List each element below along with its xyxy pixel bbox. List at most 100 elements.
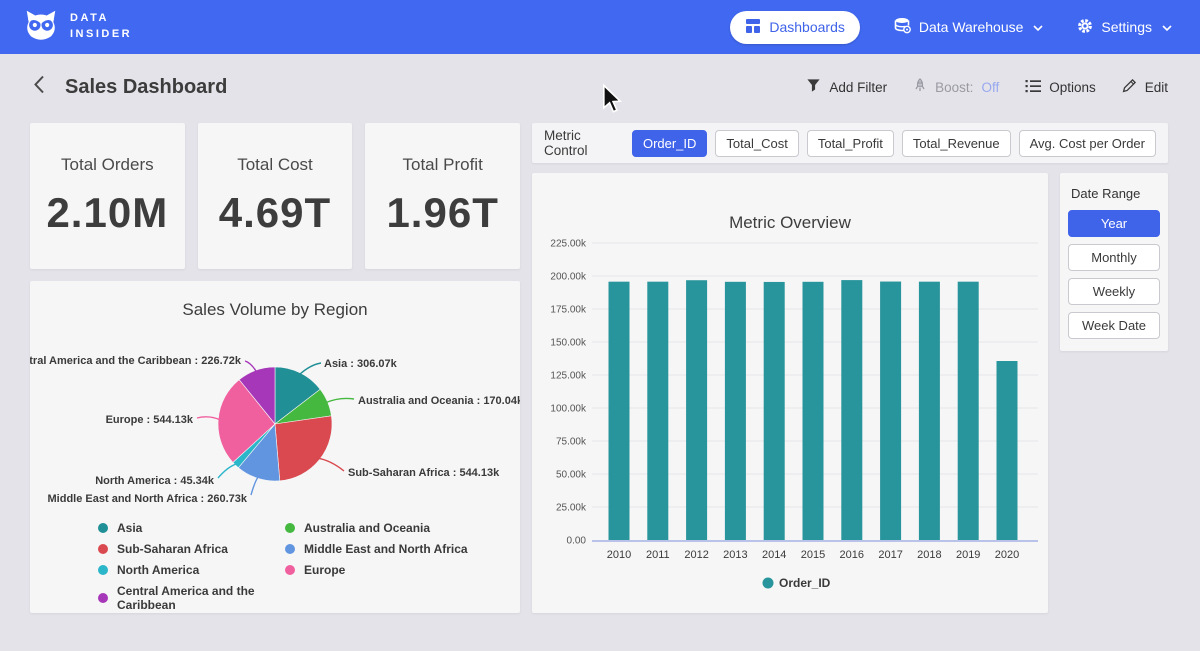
legend-item[interactable]: Central America and the Caribbean [98,584,285,612]
legend-item[interactable]: Asia [98,521,285,535]
data-warehouse-menu[interactable]: Data Warehouse [894,17,1044,37]
pie-leader-line [299,363,321,375]
kpi-label: Total Orders [61,155,154,175]
dashboards-grid-icon [745,18,761,37]
metric-control-bar: Metric Control Order_ID Total_Cost Total… [532,123,1168,163]
bar-2014[interactable] [764,282,785,540]
metric-option-order-id[interactable]: Order_ID [632,130,707,157]
x-axis-tick: 2010 [607,549,631,561]
metric-option-total-profit[interactable]: Total_Profit [807,130,894,157]
bar-2019[interactable] [958,282,979,540]
kpi-value: 4.69T [219,189,331,237]
left-column: Total Orders 2.10M Total Cost 4.69T Tota… [30,123,520,613]
database-icon [894,17,911,37]
pie-leader-line [318,458,344,471]
pie-leader-line [251,477,258,496]
x-axis-tick: 2013 [723,549,747,561]
date-range-week-date[interactable]: Week Date [1068,312,1160,339]
kpi-total-orders: Total Orders 2.10M [30,123,185,269]
bar-2017[interactable] [880,282,901,540]
y-axis-tick: 75.00k [556,437,587,448]
edit-button[interactable]: Edit [1122,78,1168,96]
bar-2015[interactable] [803,282,824,540]
pie-legend: Asia Australia and Oceania Sub-Saharan A… [98,521,520,612]
settings-menu[interactable]: Settings [1077,18,1172,37]
pie-leader-line [245,361,257,372]
bar-2010[interactable] [609,282,630,540]
x-axis-tick: 2019 [956,549,980,561]
metric-option-avg-cost[interactable]: Avg. Cost per Order [1019,130,1156,157]
kpi-value: 2.10M [46,189,168,237]
rocket-icon [913,78,927,96]
pie-leader-line [218,464,237,478]
kpi-label: Total Cost [237,155,313,175]
kpi-row: Total Orders 2.10M Total Cost 4.69T Tota… [30,123,520,269]
date-range-panel: Date Range Year Monthly Weekly Week Date [1060,173,1168,351]
right-column: Metric Control Order_ID Total_Cost Total… [532,123,1168,613]
date-range-monthly[interactable]: Monthly [1068,244,1160,271]
legend-dot [98,593,108,603]
pie-slice-sub-saharan-africa[interactable] [275,416,332,481]
y-axis-tick: 150.00k [550,338,587,349]
legend-dot [285,523,295,533]
add-filter-button[interactable]: Add Filter [806,78,887,96]
legend-item[interactable]: North America [98,563,285,577]
bar-2011[interactable] [647,282,668,540]
y-axis-tick: 50.00k [556,470,587,481]
options-button[interactable]: Options [1025,79,1096,96]
boost-state: Off [981,80,999,95]
legend-item[interactable]: Europe [285,563,520,577]
x-axis-tick: 2014 [762,549,786,561]
y-axis-tick: 25.00k [556,503,587,514]
brand: DATA INSIDER [22,6,132,49]
filter-funnel-icon [806,78,821,96]
navbar-menu: Dashboards Data Warehouse [730,11,1172,44]
dashboard-content: Total Orders 2.10M Total Cost 4.69T Tota… [0,123,1200,613]
legend-dot [98,523,108,533]
boost-toggle[interactable]: Boost: Off [913,78,999,96]
pie-chart-title: Sales Volume by Region [30,281,520,320]
x-axis-tick: 2016 [840,549,864,561]
bar-2012[interactable] [686,280,707,540]
legend-dot [98,544,108,554]
bar-2018[interactable] [919,282,940,540]
metric-option-total-revenue[interactable]: Total_Revenue [902,130,1011,157]
y-axis-tick: 100.00k [550,404,587,415]
legend-dot [98,565,108,575]
date-range-year[interactable]: Year [1068,210,1160,237]
x-axis-tick: 2012 [684,549,708,561]
bar-legend-label: Order_ID [779,576,831,590]
bar-2013[interactable] [725,282,746,540]
y-axis-tick: 0.00 [567,536,587,547]
x-axis-tick: 2018 [917,549,941,561]
dashboards-button[interactable]: Dashboards [730,11,860,44]
pie-slice-label: Sub-Saharan Africa : 544.13k [348,467,500,479]
brand-name: DATA INSIDER [70,11,132,43]
bar-2016[interactable] [841,280,862,540]
x-axis-tick: 2020 [995,549,1019,561]
legend-item[interactable]: Australia and Oceania [285,521,520,535]
pie-leader-line [197,417,220,420]
legend-dot [285,544,295,554]
back-button[interactable] [34,75,45,99]
legend-dot [285,565,295,575]
y-axis-tick: 225.00k [550,239,587,250]
metric-control-label: Metric Control [544,128,616,158]
bar-legend-dot [763,578,774,589]
metric-option-total-cost[interactable]: Total_Cost [715,130,798,157]
top-navbar: DATA INSIDER Dashboards [0,0,1200,54]
x-axis-tick: 2011 [646,549,670,561]
chevron-down-icon [1033,19,1043,35]
bar-2020[interactable] [997,361,1018,540]
x-axis-tick: 2015 [801,549,825,561]
bar-chart: 0.00 25.00k 50.00k 75.00k 100.00k 125.00k 150.… [532,173,1048,613]
pie-chart: Asia : 306.07kAustralia and Oceania : 17… [30,323,520,515]
gear-icon [1077,18,1093,37]
y-axis-tick: 125.00k [550,371,587,382]
kpi-label: Total Profit [403,155,483,175]
bar-chart-card: Metric Overview 0.0025.00k50.00k75.00k10… [532,173,1048,613]
date-range-weekly[interactable]: Weekly [1068,278,1160,305]
kpi-total-profit: Total Profit 1.96T [365,123,520,269]
legend-item[interactable]: Sub-Saharan Africa [98,542,285,556]
legend-item[interactable]: Middle East and North Africa [285,542,520,556]
